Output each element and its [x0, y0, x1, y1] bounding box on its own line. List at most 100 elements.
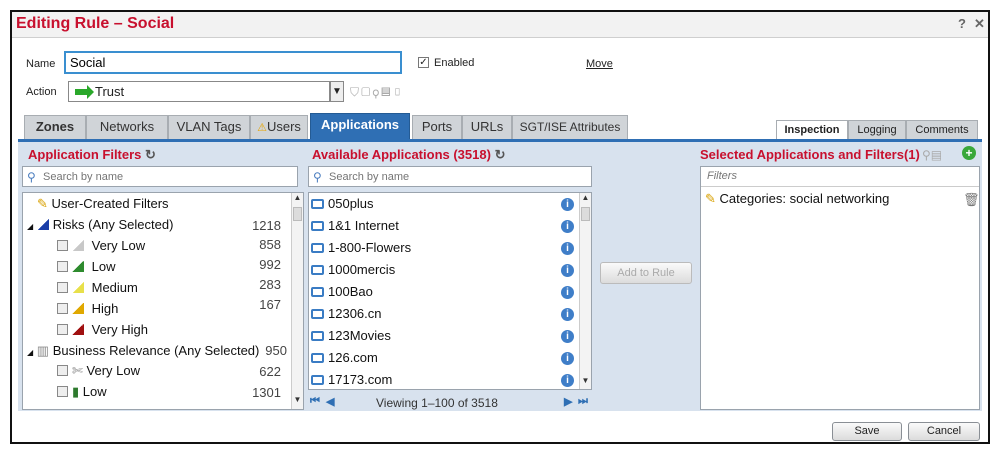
tab-logging[interactable]: Logging	[848, 120, 906, 139]
checkbox[interactable]	[57, 324, 68, 335]
count: 992	[259, 257, 281, 272]
checkbox[interactable]	[57, 282, 68, 293]
next-page-icon[interactable]: ▶	[564, 395, 572, 408]
medium-risk-icon	[72, 282, 84, 293]
name-label: Name	[26, 58, 56, 70]
enabled-checkbox[interactable]: ✓	[418, 57, 429, 68]
list-item[interactable]: ✎ User-Created Filters	[37, 196, 169, 212]
list-item[interactable]: 17173.com	[311, 372, 392, 387]
list-item[interactable]: 1&1 Internet	[311, 218, 399, 233]
scroll-up-icon[interactable]: ▲	[580, 193, 591, 202]
delete-icon[interactable]: 🗑	[963, 192, 979, 208]
list-item[interactable]: High	[57, 301, 118, 316]
list-item[interactable]: 123Movies	[311, 328, 391, 343]
list-item[interactable]: 100Bao	[311, 284, 373, 299]
tab-inspection[interactable]: Inspection	[776, 120, 848, 139]
tab-users[interactable]: ⚠Users	[250, 115, 308, 139]
first-page-icon[interactable]: ⏮	[310, 395, 320, 408]
scroll-thumb[interactable]	[581, 207, 590, 221]
tab-sgt-ise-attributes[interactable]: SGT/ISE Attributes	[512, 115, 628, 139]
search-icon: ⚲	[27, 170, 36, 184]
expand-icon[interactable]: ◢	[27, 348, 33, 357]
action-select[interactable]: Trust	[68, 81, 330, 102]
scroll-down-icon[interactable]: ▼	[292, 395, 303, 404]
application-icon	[311, 221, 324, 231]
info-icon[interactable]: i	[561, 286, 574, 299]
info-icon[interactable]: i	[561, 264, 574, 277]
filters-header: Filters	[701, 167, 979, 187]
checkbox[interactable]	[57, 261, 68, 272]
very-high-risk-icon	[72, 324, 84, 335]
apps-scrollbar[interactable]: ▲ ▼	[579, 193, 591, 389]
filters-list: ✎ User-Created Filters ◢ Risks (Any Sele…	[22, 192, 304, 410]
list-item[interactable]: Low	[57, 259, 115, 274]
checkbox[interactable]	[57, 365, 68, 376]
scroll-thumb[interactable]	[293, 207, 302, 221]
application-icon	[311, 331, 324, 341]
list-item[interactable]: ✄ Very Low	[57, 363, 140, 379]
list-item[interactable]: Very High	[57, 322, 148, 337]
film-icon: ▮	[72, 384, 80, 399]
tab-zones[interactable]: Zones	[24, 115, 86, 139]
tab-comments[interactable]: Comments	[906, 120, 978, 139]
trust-arrow-icon	[75, 85, 94, 99]
close-icon[interactable]: ✕	[974, 16, 985, 32]
list-item[interactable]: Medium	[57, 280, 138, 295]
list-item[interactable]: 050plus	[311, 196, 374, 211]
tab-applications[interactable]: Applications	[310, 113, 410, 139]
tab-ports[interactable]: Ports	[412, 115, 462, 139]
cancel-button[interactable]: Cancel	[908, 422, 980, 441]
help-icon[interactable]: ?	[958, 16, 966, 31]
info-icon[interactable]: i	[561, 374, 574, 387]
add-icon[interactable]: +	[962, 146, 976, 160]
refresh-icon[interactable]: ↻	[495, 147, 506, 162]
selected-applications-title: Selected Applications and Filters(1)	[700, 147, 920, 162]
tab-networks[interactable]: Networks	[86, 115, 168, 139]
filters-scrollbar[interactable]: ▲ ▼	[291, 193, 303, 409]
info-icon[interactable]: i	[561, 308, 574, 321]
move-link[interactable]: Move	[586, 58, 613, 70]
list-item[interactable]: 126.com	[311, 350, 378, 365]
info-icon[interactable]: i	[561, 330, 574, 343]
application-icon	[311, 243, 324, 253]
scroll-down-icon[interactable]: ▼	[580, 376, 591, 385]
apps-search-input[interactable]	[329, 168, 587, 185]
last-page-icon[interactable]: ⏭	[578, 395, 588, 408]
checkbox[interactable]	[57, 240, 68, 251]
refresh-icon[interactable]: ↻	[145, 147, 156, 162]
category-icon: ✎	[705, 191, 716, 206]
name-input[interactable]	[64, 51, 402, 74]
count: 167	[259, 297, 281, 312]
save-button[interactable]: Save	[832, 422, 902, 441]
add-to-rule-button[interactable]: Add to Rule	[600, 262, 692, 284]
list-item[interactable]: ✎ Categories: social networking	[705, 191, 889, 207]
list-item[interactable]: ▮ Low	[57, 384, 107, 400]
tab-vlan-tags[interactable]: VLAN Tags	[168, 115, 250, 139]
list-item[interactable]: ◢ ▥ Business Relevance (Any Selected)	[27, 343, 259, 359]
risk-bars-icon	[36, 219, 49, 230]
action-dropdown-arrow-icon[interactable]: ▼	[330, 81, 344, 102]
expand-icon[interactable]: ◢	[27, 222, 33, 231]
search-icon: ⚲	[313, 170, 322, 184]
info-icon[interactable]: i	[561, 352, 574, 365]
list-item[interactable]: 1-800-Flowers	[311, 240, 411, 255]
count: 1301	[252, 385, 281, 400]
application-filters-title: Application Filters ↻	[28, 147, 156, 162]
info-icon[interactable]: i	[561, 242, 574, 255]
list-item[interactable]: ◢ Risks (Any Selected)	[27, 217, 173, 232]
scroll-up-icon[interactable]: ▲	[292, 193, 303, 202]
checkbox[interactable]	[57, 303, 68, 314]
filters-search-input[interactable]	[43, 168, 293, 185]
application-icon	[311, 265, 324, 275]
selected-tool-icons: ⚲▤	[922, 148, 943, 162]
selected-list: Filters ✎ Categories: social networking …	[700, 166, 980, 410]
prev-page-icon[interactable]: ◀	[326, 395, 334, 408]
tab-urls[interactable]: URLs	[462, 115, 512, 139]
info-icon[interactable]: i	[561, 198, 574, 211]
list-item[interactable]: 1000mercis	[311, 262, 395, 277]
checkbox[interactable]	[57, 386, 68, 397]
applications-panel: Application Filters ↻ ⚲ ✎ User-Created F…	[18, 139, 982, 411]
info-icon[interactable]: i	[561, 220, 574, 233]
list-item[interactable]: 12306.cn	[311, 306, 382, 321]
list-item[interactable]: Very Low	[57, 238, 145, 253]
